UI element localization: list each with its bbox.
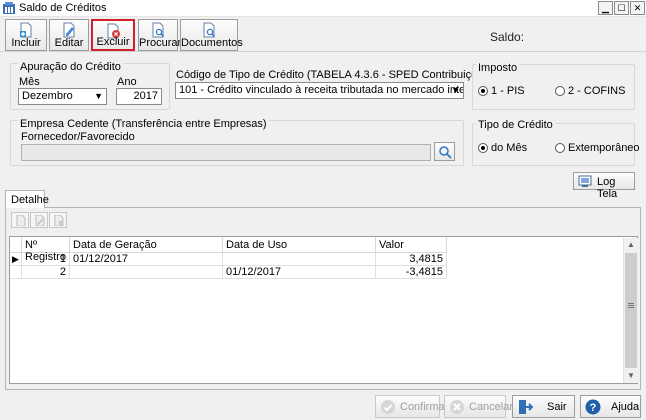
procurar-label: Procurar <box>139 37 182 49</box>
pis-radio[interactable] <box>478 86 488 96</box>
maximize-button[interactable]: ☐ <box>614 1 629 15</box>
scroll-thumb[interactable] <box>625 253 637 368</box>
scroll-down-icon[interactable]: ▼ <box>627 371 635 380</box>
magnifier-icon <box>439 146 452 159</box>
tipo-credito-group-label: Tipo de Crédito <box>476 119 555 131</box>
codigo-label: Código de Tipo de Crédito (TABELA 4.3.6 … <box>176 69 493 81</box>
minimize-button[interactable]: ▁ <box>598 1 613 15</box>
current-row-indicator: ▶ <box>10 253 22 266</box>
tab-detalhe[interactable]: Detalhe <box>5 190 49 208</box>
delete-row-icon <box>54 215 64 226</box>
confirmar-label: Confirmar <box>400 401 449 413</box>
col-uso-header[interactable]: Data de Uso <box>223 237 376 253</box>
apuracao-group-label: Apuração do Crédito <box>18 61 123 73</box>
exit-icon <box>519 400 533 414</box>
fornecedor-search-button[interactable] <box>434 142 455 161</box>
cofins-label: 2 - COFINS <box>568 85 626 97</box>
table-cell[interactable] <box>70 266 223 279</box>
cancelar-label: Cancelar <box>469 401 514 413</box>
table-cell[interactable]: 2 <box>22 266 70 279</box>
title-bar: Saldo de Créditos ▁ ☐ ✕ <box>0 0 646 17</box>
table-cell[interactable]: 01/12/2017 <box>223 266 376 279</box>
table-cell[interactable]: -3,4815 <box>376 266 447 279</box>
grid-add-button[interactable] <box>11 212 29 228</box>
log-icon <box>578 175 592 187</box>
log-tela-button[interactable]: Log Tela <box>573 172 635 200</box>
check-icon <box>381 400 395 414</box>
col-registro-header[interactable]: Nº Registro <box>22 237 70 263</box>
grid-edit-button[interactable] <box>30 212 48 228</box>
row-indicator-header <box>10 237 22 253</box>
app-icon <box>3 2 15 14</box>
col-valor-header[interactable]: Valor <box>376 237 447 253</box>
row-indicator <box>10 266 22 279</box>
ajuda-label: Ajuda <box>611 401 640 413</box>
scroll-up-icon[interactable]: ▲ <box>627 240 635 249</box>
saldo-label: Saldo: <box>490 30 525 44</box>
incluir-button[interactable]: Incluir <box>5 19 47 51</box>
pis-label: 1 - PIS <box>491 85 525 97</box>
chevron-down-icon: ▼ <box>94 91 103 101</box>
cancel-icon <box>450 400 464 414</box>
edit-icon <box>63 22 75 38</box>
col-geracao-header[interactable]: Data de Geração <box>70 237 223 253</box>
editar-button[interactable]: Editar <box>49 19 89 51</box>
registros-grid: Nº Registro Data de Geração Data de Uso … <box>9 236 638 384</box>
do-mes-label: do Mês <box>491 142 528 154</box>
ano-input[interactable]: 2017 <box>116 88 162 105</box>
fornecedor-input[interactable] <box>21 144 431 161</box>
search-document-icon <box>152 22 165 38</box>
cancelar-button[interactable]: Cancelar <box>444 395 513 418</box>
excluir-button[interactable]: Excluir <box>91 19 135 51</box>
ano-label: Ano <box>117 76 137 88</box>
mes-value: Dezembro <box>22 90 73 102</box>
cofins-radio[interactable] <box>555 86 565 96</box>
extemporaneo-label: Extemporâneo <box>568 142 640 154</box>
ajuda-button[interactable]: ? Ajuda <box>580 395 641 418</box>
table-cell[interactable] <box>223 253 376 266</box>
codigo-select[interactable]: 101 - Crédito vinculado à receita tribut… <box>175 82 464 99</box>
close-button[interactable]: ✕ <box>630 1 645 15</box>
grid-scrollbar[interactable]: ▲ ▼ <box>623 238 638 383</box>
empresa-group-label: Empresa Cedente (Transferência entre Emp… <box>18 118 269 130</box>
sair-label: Sair <box>547 401 567 413</box>
imposto-group-label: Imposto <box>476 62 520 74</box>
log-tela-label: Log Tela <box>597 176 618 200</box>
new-document-icon <box>20 22 32 38</box>
documents-icon <box>203 22 216 38</box>
confirmar-button[interactable]: Confirmar <box>375 395 448 418</box>
do-mes-radio[interactable] <box>478 143 488 153</box>
table-cell[interactable]: 3,4815 <box>376 253 447 266</box>
window-title: Saldo de Créditos <box>19 2 107 14</box>
table-cell[interactable]: 01/12/2017 <box>70 253 223 266</box>
edit-row-icon <box>35 215 45 226</box>
incluir-label: Incluir <box>11 37 41 49</box>
mes-select[interactable]: Dezembro ▼ <box>18 88 107 105</box>
fornecedor-label: Fornecedor/Favorecido <box>21 131 135 143</box>
mes-label: Mês <box>19 76 40 88</box>
editar-label: Editar <box>54 37 84 49</box>
help-icon: ? <box>585 399 601 415</box>
procurar-button[interactable]: Procurar <box>138 19 182 51</box>
sair-button[interactable]: Sair <box>512 395 575 418</box>
svg-text:?: ? <box>590 402 597 414</box>
excluir-label: Excluir <box>96 36 130 48</box>
documentos-label: Documentos <box>181 37 243 49</box>
tab-detalhe-label: Detalhe <box>11 194 49 206</box>
chevron-down-icon: ▼ <box>451 85 460 95</box>
documentos-button[interactable]: Documentos <box>180 19 243 51</box>
grid-delete-button[interactable] <box>49 212 67 228</box>
add-row-icon <box>16 215 26 226</box>
table-cell[interactable]: 1 <box>22 253 70 266</box>
extemporaneo-radio[interactable] <box>555 143 565 153</box>
codigo-value: 101 - Crédito vinculado à receita tribut… <box>179 84 463 96</box>
